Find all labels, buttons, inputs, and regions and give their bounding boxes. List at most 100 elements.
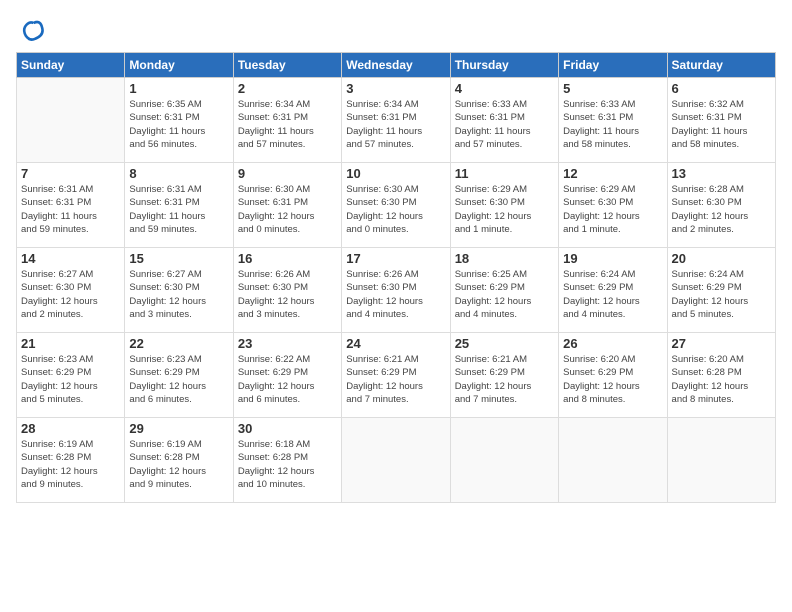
day-number: 23 [238,336,337,351]
logo-icon [16,16,44,44]
day-cell: 6 Sunrise: 6:32 AM Sunset: 6:31 PM Daylig… [667,78,775,163]
day-info: Sunrise: 6:29 AM Sunset: 6:30 PM Dayligh… [563,183,662,236]
page-header [16,16,776,44]
day-number: 16 [238,251,337,266]
day-info: Sunrise: 6:19 AM Sunset: 6:28 PM Dayligh… [21,438,120,491]
week-row-1: 1Sunrise: 6:35 AM Sunset: 6:31 PM Daylig… [17,78,776,163]
day-cell [450,418,558,503]
day-number: 3 [346,81,445,96]
day-cell: 7 Sunrise: 6:31 AM Sunset: 6:31 PM Daylig… [17,163,125,248]
day-cell: 15Sunrise: 6:27 AM Sunset: 6:30 PM Dayli… [125,248,233,333]
header-cell-thursday: Thursday [450,53,558,78]
day-number: 12 [563,166,662,181]
header-cell-friday: Friday [559,53,667,78]
day-cell [667,418,775,503]
day-number: 22 [129,336,228,351]
header-cell-sunday: Sunday [17,53,125,78]
day-number: 13 [672,166,771,181]
header-cell-saturday: Saturday [667,53,775,78]
day-cell: 16 Sunrise: 6:26 AM Sunset: 6:30 PM Dayli… [233,248,341,333]
day-info: Sunrise: 6:26 AM Sunset: 6:30 PM Dayligh… [238,268,337,321]
day-cell: 30Sunrise: 6:18 AM Sunset: 6:28 PM Dayli… [233,418,341,503]
day-info: Sunrise: 6:31 AM Sunset: 6:31 PM Dayligh… [129,183,228,236]
day-cell [17,78,125,163]
header-cell-tuesday: Tuesday [233,53,341,78]
day-info: Sunrise: 6:26 AM Sunset: 6:30 PM Dayligh… [346,268,445,321]
day-cell: 18 Sunrise: 6:25 AM Sunset: 6:29 PM Dayli… [450,248,558,333]
day-number: 17 [346,251,445,266]
day-number: 6 [672,81,771,96]
day-info: Sunrise: 6:21 AM Sunset: 6:29 PM Dayligh… [346,353,445,406]
header-row: SundayMondayTuesdayWednesdayThursdayFrid… [17,53,776,78]
header-cell-monday: Monday [125,53,233,78]
day-info: Sunrise: 6:28 AM Sunset: 6:30 PM Dayligh… [672,183,771,236]
day-cell: 14 Sunrise: 6:27 AM Sunset: 6:30 PM Dayli… [17,248,125,333]
day-cell: 3 Sunrise: 6:34 AM Sunset: 6:31 PM Daylig… [342,78,450,163]
logo [16,16,48,44]
day-number: 21 [21,336,120,351]
day-number: 8 [129,166,228,181]
calendar-header: SundayMondayTuesdayWednesdayThursdayFrid… [17,53,776,78]
day-cell: 17 Sunrise: 6:26 AM Sunset: 6:30 PM Dayli… [342,248,450,333]
week-row-2: 7 Sunrise: 6:31 AM Sunset: 6:31 PM Daylig… [17,163,776,248]
day-info: Sunrise: 6:21 AM Sunset: 6:29 PM Dayligh… [455,353,554,406]
calendar-table: SundayMondayTuesdayWednesdayThursdayFrid… [16,52,776,503]
day-cell: 21 Sunrise: 6:23 AM Sunset: 6:29 PM Dayli… [17,333,125,418]
day-number: 19 [563,251,662,266]
day-number: 5 [563,81,662,96]
day-info: Sunrise: 6:34 AM Sunset: 6:31 PM Dayligh… [238,98,337,151]
day-number: 1 [129,81,228,96]
header-cell-wednesday: Wednesday [342,53,450,78]
day-number: 2 [238,81,337,96]
week-row-3: 14 Sunrise: 6:27 AM Sunset: 6:30 PM Dayli… [17,248,776,333]
day-cell [559,418,667,503]
day-info: Sunrise: 6:25 AM Sunset: 6:29 PM Dayligh… [455,268,554,321]
day-info: Sunrise: 6:23 AM Sunset: 6:29 PM Dayligh… [21,353,120,406]
week-row-4: 21 Sunrise: 6:23 AM Sunset: 6:29 PM Dayli… [17,333,776,418]
day-number: 28 [21,421,120,436]
day-cell: 25 Sunrise: 6:21 AM Sunset: 6:29 PM Dayli… [450,333,558,418]
day-cell: 23 Sunrise: 6:22 AM Sunset: 6:29 PM Dayli… [233,333,341,418]
day-info: Sunrise: 6:33 AM Sunset: 6:31 PM Dayligh… [455,98,554,151]
day-info: Sunrise: 6:32 AM Sunset: 6:31 PM Dayligh… [672,98,771,151]
day-number: 29 [129,421,228,436]
day-info: Sunrise: 6:33 AM Sunset: 6:31 PM Dayligh… [563,98,662,151]
day-number: 30 [238,421,337,436]
day-cell: 1Sunrise: 6:35 AM Sunset: 6:31 PM Daylig… [125,78,233,163]
day-number: 11 [455,166,554,181]
day-cell: 12 Sunrise: 6:29 AM Sunset: 6:30 PM Dayli… [559,163,667,248]
day-cell: 10 Sunrise: 6:30 AM Sunset: 6:30 PM Dayli… [342,163,450,248]
day-info: Sunrise: 6:20 AM Sunset: 6:29 PM Dayligh… [563,353,662,406]
day-number: 14 [21,251,120,266]
day-number: 15 [129,251,228,266]
day-cell: 4 Sunrise: 6:33 AM Sunset: 6:31 PM Daylig… [450,78,558,163]
week-row-5: 28 Sunrise: 6:19 AM Sunset: 6:28 PM Dayli… [17,418,776,503]
day-cell: 28 Sunrise: 6:19 AM Sunset: 6:28 PM Dayli… [17,418,125,503]
day-info: Sunrise: 6:30 AM Sunset: 6:30 PM Dayligh… [346,183,445,236]
day-cell: 22 Sunrise: 6:23 AM Sunset: 6:29 PM Dayli… [125,333,233,418]
day-info: Sunrise: 6:31 AM Sunset: 6:31 PM Dayligh… [21,183,120,236]
day-info: Sunrise: 6:24 AM Sunset: 6:29 PM Dayligh… [672,268,771,321]
day-number: 9 [238,166,337,181]
day-cell: 19 Sunrise: 6:24 AM Sunset: 6:29 PM Dayli… [559,248,667,333]
day-cell: 11Sunrise: 6:29 AM Sunset: 6:30 PM Dayli… [450,163,558,248]
day-info: Sunrise: 6:24 AM Sunset: 6:29 PM Dayligh… [563,268,662,321]
day-info: Sunrise: 6:34 AM Sunset: 6:31 PM Dayligh… [346,98,445,151]
day-cell: 26 Sunrise: 6:20 AM Sunset: 6:29 PM Dayli… [559,333,667,418]
day-cell: 2 Sunrise: 6:34 AM Sunset: 6:31 PM Daylig… [233,78,341,163]
day-info: Sunrise: 6:30 AM Sunset: 6:31 PM Dayligh… [238,183,337,236]
day-number: 18 [455,251,554,266]
day-number: 10 [346,166,445,181]
day-number: 7 [21,166,120,181]
day-cell: 13 Sunrise: 6:28 AM Sunset: 6:30 PM Dayli… [667,163,775,248]
day-info: Sunrise: 6:22 AM Sunset: 6:29 PM Dayligh… [238,353,337,406]
day-info: Sunrise: 6:20 AM Sunset: 6:28 PM Dayligh… [672,353,771,406]
day-number: 26 [563,336,662,351]
day-cell [342,418,450,503]
day-info: Sunrise: 6:27 AM Sunset: 6:30 PM Dayligh… [21,268,120,321]
day-info: Sunrise: 6:23 AM Sunset: 6:29 PM Dayligh… [129,353,228,406]
day-info: Sunrise: 6:19 AM Sunset: 6:28 PM Dayligh… [129,438,228,491]
day-number: 25 [455,336,554,351]
day-number: 4 [455,81,554,96]
day-cell: 8 Sunrise: 6:31 AM Sunset: 6:31 PM Daylig… [125,163,233,248]
